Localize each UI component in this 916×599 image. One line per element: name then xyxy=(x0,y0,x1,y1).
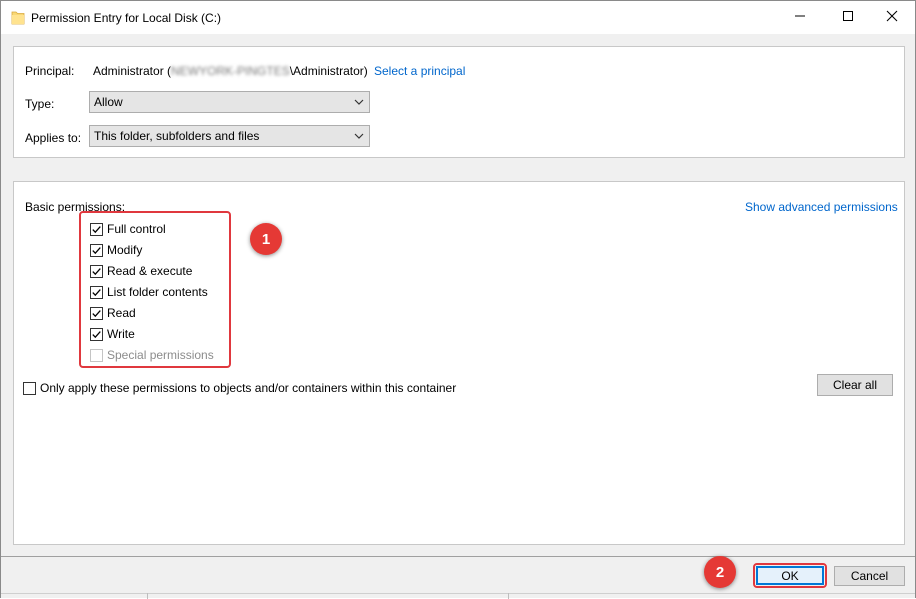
type-dropdown-value: Allow xyxy=(94,95,123,109)
principal-panel: Principal: Administrator (NEWYORK-PINGTE… xyxy=(13,46,905,158)
ok-button[interactable]: OK xyxy=(756,566,824,585)
chevron-down-icon xyxy=(353,130,365,142)
close-button[interactable] xyxy=(869,1,915,34)
applies-to-dropdown[interactable]: This folder, subfolders and files xyxy=(89,125,370,147)
close-icon xyxy=(886,10,898,25)
principal-value: Administrator (NEWYORK-PINGTES\Administr… xyxy=(93,64,368,78)
cancel-button[interactable]: Cancel xyxy=(834,566,905,586)
annotation-badge-2: 2 xyxy=(704,556,736,588)
only-apply-label: Only apply these permissions to objects … xyxy=(40,381,457,395)
maximize-icon xyxy=(842,10,854,25)
status-separator xyxy=(147,593,148,599)
annotation-highlight-permissions xyxy=(79,211,231,368)
show-advanced-permissions-link[interactable]: Show advanced permissions xyxy=(745,200,898,214)
annotation-badge-1: 1 xyxy=(250,223,282,255)
minimize-button[interactable] xyxy=(777,1,823,34)
principal-value-prefix: Administrator ( xyxy=(93,64,172,78)
type-dropdown[interactable]: Allow xyxy=(89,91,370,113)
clear-all-button[interactable]: Clear all xyxy=(817,374,893,396)
permission-entry-window: Permission Entry for Local Disk (C:) Pri… xyxy=(0,0,916,599)
status-separator xyxy=(508,593,509,599)
status-bar xyxy=(1,593,915,599)
applies-to-label: Applies to: xyxy=(25,131,82,145)
checkbox[interactable] xyxy=(23,381,36,395)
minimize-icon xyxy=(794,10,806,25)
principal-domain-redacted: NEWYORK-PINGTES xyxy=(171,64,290,78)
type-label: Type: xyxy=(25,97,55,111)
select-principal-link[interactable]: Select a principal xyxy=(374,64,465,78)
principal-label: Principal: xyxy=(25,64,75,78)
title-bar[interactable]: Permission Entry for Local Disk (C:) xyxy=(1,1,915,34)
maximize-button[interactable] xyxy=(825,1,871,34)
folder-icon xyxy=(11,10,25,25)
only-apply-option[interactable]: Only apply these permissions to objects … xyxy=(23,380,456,396)
window-title: Permission Entry for Local Disk (C:) xyxy=(31,11,222,25)
applies-to-dropdown-value: This folder, subfolders and files xyxy=(94,129,260,143)
chevron-down-icon xyxy=(353,96,365,108)
principal-value-suffix: \Administrator) xyxy=(289,64,368,78)
